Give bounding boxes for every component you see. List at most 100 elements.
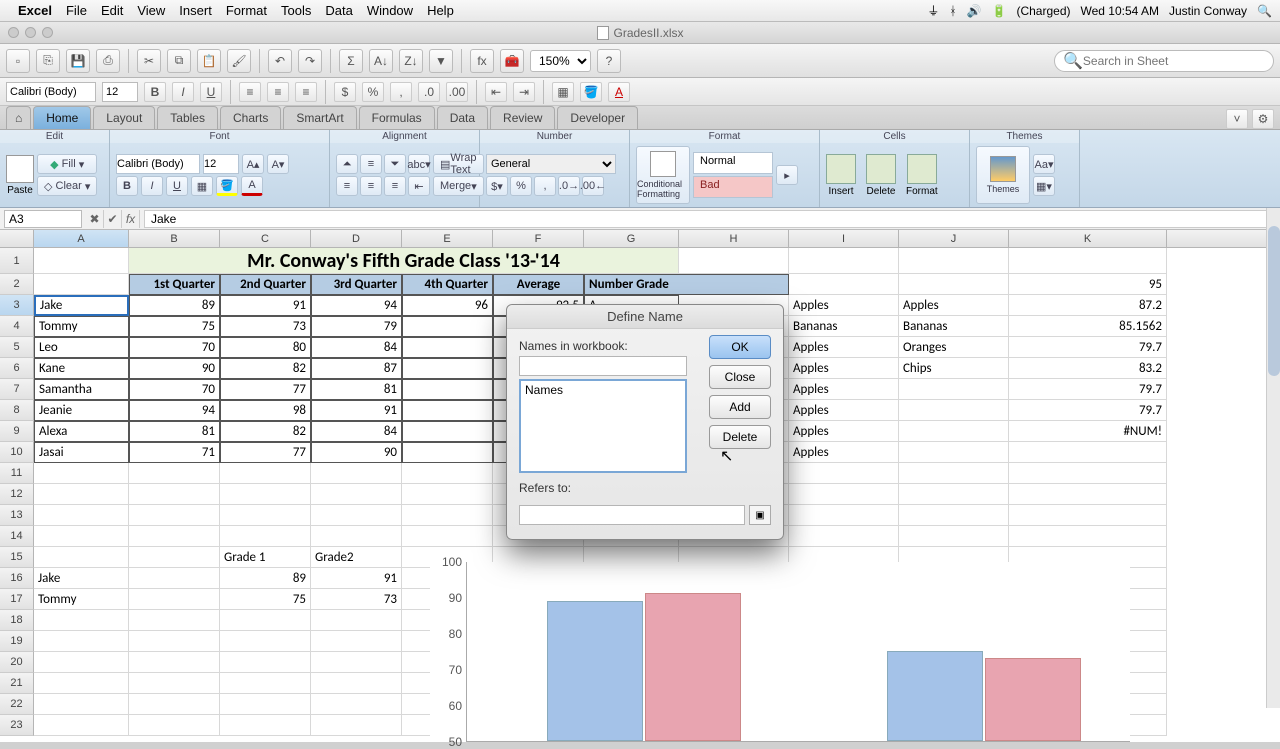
tab-home[interactable]: Home [33,106,91,129]
col-header-E[interactable]: E [402,230,493,247]
cell[interactable] [789,505,899,526]
row-header[interactable]: 14 [0,526,34,547]
number-format-select[interactable]: General [486,154,616,174]
fx-button[interactable]: fx [122,210,140,228]
cell[interactable] [34,610,129,631]
tab-tables[interactable]: Tables [157,106,218,129]
cell[interactable] [789,463,899,484]
cell[interactable] [789,248,899,274]
undo-button[interactable]: ↶ [268,49,292,73]
cell[interactable]: Apples [789,295,899,316]
copy-button[interactable]: ⧉ [167,49,191,73]
row-header[interactable]: 10 [0,442,34,463]
align-middle[interactable]: ≡ [360,154,382,174]
dec-indent[interactable]: ⇤ [408,176,430,196]
col-header-I[interactable]: I [789,230,899,247]
cell[interactable] [1009,463,1167,484]
cell[interactable] [220,694,311,715]
cell[interactable] [34,673,129,694]
row-header[interactable]: 18 [0,610,34,631]
cell[interactable] [129,568,220,589]
cell[interactable]: 79.7 [1009,400,1167,421]
row-header[interactable]: 15 [0,547,34,568]
cell[interactable] [899,248,1009,274]
format-painter-button[interactable]: 🖌 [227,49,251,73]
theme-fonts-button[interactable]: Aa▾ [1033,154,1055,174]
cell[interactable] [220,673,311,694]
menu-file[interactable]: File [66,3,87,18]
align-right[interactable]: ≡ [384,176,406,196]
window-zoom-button[interactable] [42,27,53,38]
header-avg[interactable]: Average [493,274,584,295]
autosum-button[interactable]: Σ [339,49,363,73]
align-left-small[interactable]: ≡ [239,82,261,102]
cell[interactable] [34,484,129,505]
cell[interactable] [129,694,220,715]
tab-formulas[interactable]: Formulas [359,106,435,129]
cell[interactable]: 77 [220,442,311,463]
menu-help[interactable]: Help [427,3,454,18]
filter-button[interactable]: ▼ [429,49,453,73]
cell[interactable]: Bananas [899,316,1009,337]
names-list-item[interactable]: Names [525,383,681,397]
style-normal[interactable]: Normal [693,152,773,174]
cell[interactable] [220,484,311,505]
cell[interactable]: Apples [899,295,1009,316]
fill-color-small[interactable]: 🪣 [580,82,602,102]
close-button[interactable]: Close [709,365,771,389]
cell[interactable]: 70 [129,379,220,400]
print-button[interactable]: ⎙ [96,49,120,73]
currency-btn[interactable]: $▾ [486,176,508,196]
cell[interactable] [311,673,402,694]
italic-button-small[interactable]: I [172,82,194,102]
cell[interactable] [34,715,129,736]
tab-layout[interactable]: Layout [93,106,155,129]
scrollbar-thumb[interactable] [1268,226,1280,376]
cell[interactable]: 73 [311,589,402,610]
cell[interactable] [311,715,402,736]
cell[interactable] [311,484,402,505]
tab-home-icon[interactable]: ⌂ [6,106,31,129]
cell[interactable]: 95 [1009,274,1167,295]
align-left[interactable]: ≡ [336,176,358,196]
col-header-D[interactable]: D [311,230,402,247]
embedded-chart[interactable]: 1009080706050 [430,562,1130,742]
tab-review[interactable]: Review [490,106,555,129]
cell[interactable] [129,610,220,631]
refers-to-input[interactable] [519,505,745,525]
shrink-font-button[interactable]: A▾ [267,154,289,174]
cell[interactable] [679,248,789,274]
cell[interactable] [34,505,129,526]
cell[interactable]: 71 [129,442,220,463]
row-header[interactable]: 8 [0,400,34,421]
header-q4[interactable]: 4th Quarter [402,274,493,295]
cell[interactable]: Apples [789,400,899,421]
student-name[interactable]: Jeanie [34,400,129,421]
cell[interactable] [402,463,493,484]
ribbon-settings-button[interactable]: ⚙ [1252,109,1274,129]
fill-color-button[interactable]: 🪣 [216,176,238,196]
cell[interactable] [129,715,220,736]
cell[interactable] [402,442,493,463]
col-header-B[interactable]: B [129,230,220,247]
cell[interactable]: Apples [789,358,899,379]
cell[interactable]: 91 [311,400,402,421]
sort-asc-button[interactable]: A↓ [369,49,393,73]
cell[interactable]: 84 [311,421,402,442]
names-list[interactable]: Names [519,379,687,473]
cell[interactable] [789,484,899,505]
select-all-corner[interactable] [0,230,34,247]
row-header[interactable]: 19 [0,631,34,652]
borders-button[interactable]: ▦ [191,176,213,196]
ribbon-collapse-button[interactable]: ˅ [1226,109,1248,129]
cell[interactable] [402,316,493,337]
cell[interactable]: 81 [129,421,220,442]
cell[interactable]: Jake [34,568,129,589]
menu-insert[interactable]: Insert [179,3,212,18]
cell[interactable] [129,505,220,526]
cell[interactable] [1009,442,1167,463]
col-header-F[interactable]: F [493,230,584,247]
cell[interactable] [129,589,220,610]
student-name[interactable]: Jasai [34,442,129,463]
dec-dec-btn[interactable]: .00← [582,176,604,196]
